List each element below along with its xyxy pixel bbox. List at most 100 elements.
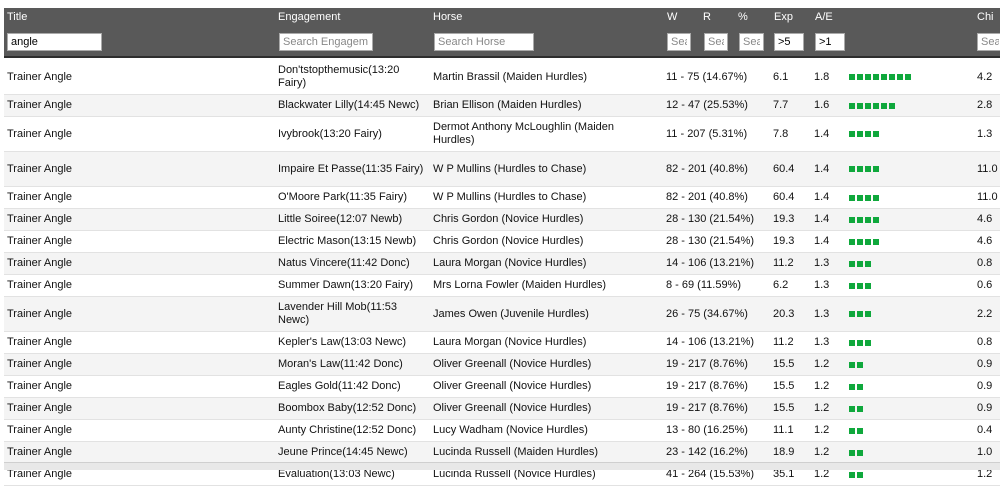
row-title: Trainer Angle [7, 446, 73, 458]
row-horse: Dermot Anthony McLoughlin (Maiden Hurdle… [433, 121, 614, 146]
r-filter-input[interactable] [704, 33, 728, 51]
strength-square-icon [849, 339, 855, 346]
row-ae: 1.8 [814, 70, 830, 83]
row-ae: 1.4 [814, 213, 830, 225]
row-horse: W P Mullins (Hurdles to Chase) [433, 191, 587, 203]
row-win-record: 19 - 217 (8.76%) [666, 402, 748, 414]
row-ae: 1.4 [814, 127, 830, 140]
row-ae: 1.3 [814, 307, 830, 320]
row-win-record: 19 - 217 (8.76%) [666, 358, 748, 370]
strength-bar [849, 74, 969, 80]
pct-filter-input[interactable] [739, 33, 764, 51]
strength-square-icon [857, 383, 863, 390]
strength-square-icon [865, 238, 871, 245]
strength-square-icon [905, 74, 911, 80]
col-engagement-header[interactable]: Engagement [278, 11, 340, 23]
row-chi: 0.6 [977, 279, 993, 291]
strength-square-icon [865, 282, 871, 289]
row-ae: 1.2 [814, 446, 830, 458]
table-row[interactable]: Trainer Angle Electric Mason(13:15 Newb) C… [4, 231, 1000, 253]
table-row[interactable]: Trainer Angle Jeune Prince(14:45 Newc) Luc… [4, 442, 1000, 464]
col-w-header[interactable]: W [667, 11, 677, 23]
row-title: Trainer Angle [7, 257, 73, 269]
table-row[interactable]: Trainer Angle Ivybrook(13:20 Fairy) Dermot… [4, 117, 1000, 152]
row-engagement: Little Soiree(12:07 Newb) [278, 213, 403, 225]
row-engagement: Don'tstopthemusic(13:20 Fairy) [278, 64, 400, 89]
table-row[interactable]: Trainer Angle Blackwater Lilly(14:45 Newc… [4, 95, 1000, 117]
strength-square-icon [857, 166, 863, 172]
row-title: Trainer Angle [7, 358, 73, 370]
row-ae: 1.4 [814, 162, 830, 175]
chi-filter-input[interactable] [977, 33, 1000, 51]
row-title: Trainer Angle [7, 70, 73, 83]
table-row[interactable]: Trainer Angle Natus Vincere(11:42 Donc) La… [4, 253, 1000, 275]
row-horse: Brian Ellison (Maiden Hurdles) [433, 99, 582, 111]
engagement-filter-input[interactable] [279, 33, 373, 51]
row-ae: 1.2 [814, 424, 830, 436]
table-row[interactable]: Trainer Angle Summer Dawn(13:20 Fairy) Mrs… [4, 275, 1000, 297]
strength-bar [849, 194, 969, 201]
col-r-header[interactable]: R [703, 11, 711, 23]
title-filter-input[interactable] [7, 33, 102, 51]
row-horse: Lucinda Russell (Maiden Hurdles) [433, 446, 599, 458]
table-row[interactable]: Trainer Angle Impaire Et Passe(11:35 Fair… [4, 152, 1000, 187]
row-horse: Mrs Lorna Fowler (Maiden Hurdles) [433, 279, 606, 291]
col-ae-header[interactable]: A/E [815, 11, 833, 23]
table-row[interactable]: Trainer Angle Aunty Christine(12:52 Donc)… [4, 420, 1000, 442]
strength-bar [849, 311, 969, 317]
table-row[interactable]: Trainer Angle Moran's Law(11:42 Donc) Oliv… [4, 354, 1000, 376]
row-ae: 1.4 [814, 191, 830, 203]
strength-square-icon [849, 282, 855, 289]
row-chi: 1.0 [977, 446, 993, 458]
row-title: Trainer Angle [7, 191, 73, 203]
w-filter-input[interactable] [667, 33, 691, 51]
row-ae: 1.3 [814, 336, 830, 348]
strength-square-icon [881, 74, 887, 80]
row-win-record: 82 - 201 (40.8%) [666, 162, 748, 175]
col-title-header[interactable]: Title [7, 11, 27, 23]
strength-square-icon [881, 102, 887, 109]
table-row[interactable]: Trainer Angle O'Moore Park(11:35 Fairy) W … [4, 187, 1000, 209]
row-horse: Martin Brassil (Maiden Hurdles) [433, 70, 588, 83]
table-row[interactable]: Trainer Angle Don'tstopthemusic(13:20 Fai… [4, 60, 1000, 95]
strength-square-icon [849, 427, 855, 434]
strength-square-icon [857, 471, 863, 478]
strength-square-icon [857, 311, 863, 317]
row-engagement: Blackwater Lilly(14:45 Newc) [278, 99, 420, 111]
strength-square-icon [857, 102, 863, 109]
row-win-record: 19 - 217 (8.76%) [666, 380, 748, 392]
row-exp: 15.5 [773, 380, 795, 392]
row-chi: 11.0 [977, 191, 998, 203]
strength-square-icon [865, 311, 871, 317]
strength-square-icon [849, 166, 855, 172]
strength-square-icon [849, 383, 855, 390]
strength-bar [849, 216, 969, 223]
table-row[interactable]: Trainer Angle Lavender Hill Mob(11:53 New… [4, 297, 1000, 332]
col-horse-header[interactable]: Horse [433, 11, 462, 23]
col-chi-header[interactable]: Chi [977, 11, 994, 23]
table-header: Title Engagement Horse W R % Exp A/E Chi [4, 8, 1000, 28]
col-pct-header[interactable]: % [738, 11, 748, 23]
table-row[interactable]: Trainer Angle Kepler's Law(13:03 Newc) Lau… [4, 332, 1000, 354]
ae-filter-input[interactable] [815, 33, 845, 51]
table-row[interactable]: Trainer Angle Little Soiree(12:07 Newb) Ch… [4, 209, 1000, 231]
horse-filter-input[interactable] [434, 33, 534, 51]
row-exp: 6.2 [773, 279, 789, 291]
row-engagement: Impaire Et Passe(11:35 Fairy) [278, 162, 424, 175]
strength-square-icon [849, 238, 855, 245]
row-exp: 11.2 [773, 336, 794, 348]
table-row[interactable]: Trainer Angle Eagles Gold(11:42 Donc) Oliv… [4, 376, 1000, 398]
row-ae: 1.2 [814, 402, 830, 414]
strength-square-icon [897, 74, 903, 80]
strength-square-icon [849, 131, 855, 137]
col-exp-header[interactable]: Exp [774, 11, 793, 23]
table-row[interactable]: Trainer Angle Boombox Baby(12:52 Donc) Oli… [4, 398, 1000, 420]
row-chi: 0.4 [977, 424, 993, 436]
row-exp: 15.5 [773, 358, 795, 370]
strength-bar [849, 102, 969, 109]
row-exp: 20.3 [773, 307, 795, 320]
row-title: Trainer Angle [7, 380, 73, 392]
row-ae: 1.3 [814, 279, 830, 291]
exp-filter-input[interactable] [774, 33, 804, 51]
strength-bar [849, 471, 969, 478]
